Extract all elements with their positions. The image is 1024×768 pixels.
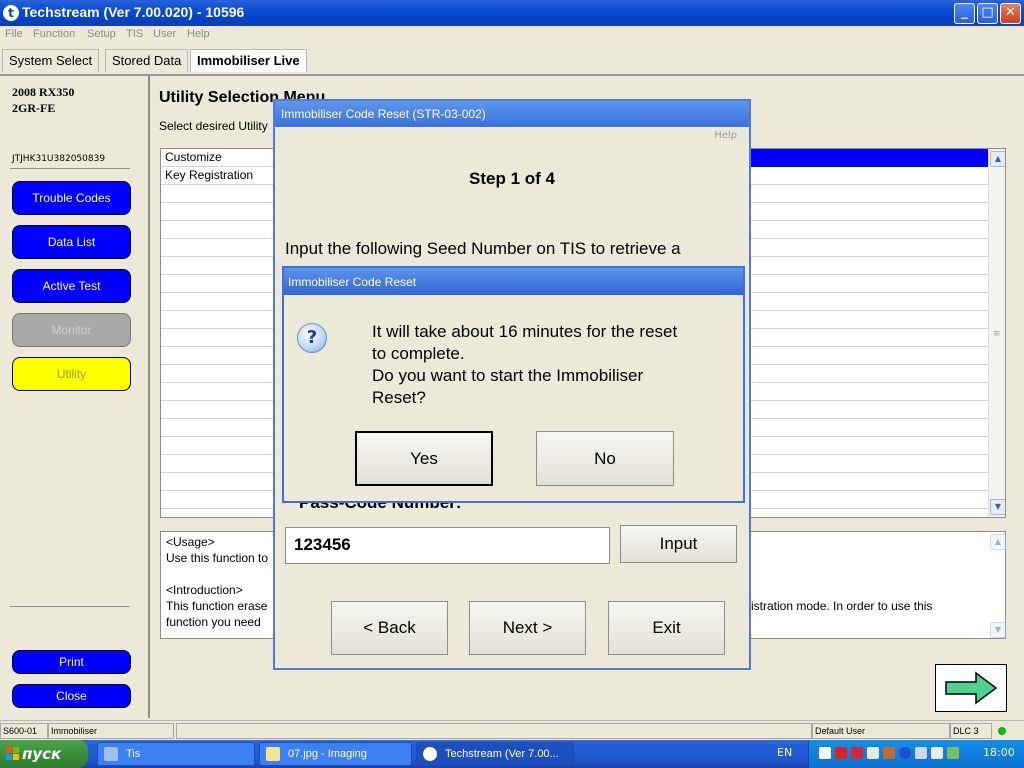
close-button[interactable]: Close — [12, 684, 131, 708]
scroll-up-icon[interactable]: ▲ — [990, 151, 1005, 167]
vehicle-vin: JTJHK31U382050839 — [12, 154, 106, 164]
status-mode: Immobiliser — [48, 723, 174, 739]
message-line: Reset? — [372, 388, 426, 407]
arrow-right-icon — [945, 671, 998, 705]
network-icon[interactable] — [867, 747, 879, 759]
status-empty — [176, 723, 812, 739]
ati-icon[interactable] — [851, 747, 863, 759]
tab-system-select[interactable]: System Select — [2, 49, 100, 72]
tray-app-icon[interactable] — [915, 747, 927, 759]
menu-help[interactable]: Help — [187, 28, 210, 40]
menu-file[interactable]: File — [5, 28, 23, 40]
monitor-button[interactable]: Monitor — [12, 313, 131, 347]
menu-function[interactable]: Function — [33, 28, 75, 40]
menu-tis[interactable]: TIS — [126, 28, 143, 40]
tray-app-icon[interactable] — [883, 747, 895, 759]
message-line: Do you want to start the Immobiliser — [372, 366, 644, 385]
status-code: S600-01 — [0, 723, 48, 739]
taskbar-item-label: 07.jpg - Imaging — [288, 748, 367, 760]
usage-text: Use this function to — [166, 551, 269, 565]
scroll-up-icon[interactable]: ▲ — [990, 534, 1006, 550]
intro-text-end: istration mode. In order to use this — [751, 599, 933, 613]
confirm-dialog: Immobiliser Code Reset ? It will take ab… — [282, 266, 745, 503]
scroll-down-icon[interactable]: ▼ — [990, 499, 1005, 515]
exit-button[interactable]: Exit — [608, 601, 725, 655]
back-button[interactable]: < Back — [331, 601, 448, 655]
message-line: to complete. — [372, 344, 465, 363]
menu-user[interactable]: User — [153, 28, 176, 40]
no-button[interactable]: No — [536, 431, 674, 486]
windows-logo-icon — [6, 747, 19, 760]
taskbar-item-tis[interactable]: Tis — [97, 742, 255, 766]
divider — [10, 606, 130, 607]
connection-indicator-icon — [998, 727, 1006, 735]
dialog-title: Immobiliser Code Reset (STR-03-002) — [275, 101, 749, 127]
vehicle-info: 2008 RX350 2GR-FE — [12, 84, 74, 116]
scroll-grip-icon[interactable]: ≡ — [993, 329, 1001, 339]
start-button[interactable]: пуск — [0, 740, 88, 768]
help-link[interactable]: Help — [714, 130, 737, 141]
confirm-dialog-title: Immobiliser Code Reset — [284, 268, 743, 295]
print-button[interactable]: Print — [12, 650, 131, 674]
app-icon: t — [3, 5, 19, 21]
left-panel: 2008 RX350 2GR-FE JTJHK31U382050839 Trou… — [0, 76, 150, 718]
techstream-app-icon — [423, 747, 437, 761]
system-tray: 18:00 — [808, 740, 1024, 768]
window-title: Techstream (Ver 7.00.020) - 10596 — [22, 4, 245, 20]
confirm-message: It will take about 16 minutes for the re… — [372, 321, 732, 409]
scroll-down-icon[interactable]: ▼ — [990, 622, 1006, 638]
maximize-button[interactable]: □ — [977, 3, 998, 24]
bluetooth-icon[interactable] — [899, 747, 911, 759]
intro-text-2: function you need — [166, 615, 261, 629]
start-label: пуск — [22, 745, 62, 763]
red-app-icon[interactable] — [835, 747, 847, 759]
instruction-text: Input the following Seed Number on TIS t… — [285, 239, 681, 258]
question-icon: ? — [297, 323, 327, 353]
clock: 18:00 — [983, 746, 1015, 759]
intro-heading: <Introduction> — [166, 583, 243, 597]
tab-stored-data[interactable]: Stored Data — [105, 49, 189, 72]
tab-immobiliser-live[interactable]: Immobiliser Live — [190, 49, 307, 72]
message-line: It will take about 16 minutes for the re… — [372, 322, 678, 341]
input-button[interactable]: Input — [620, 525, 737, 563]
taskbar: пуск Tis 07.jpg - Imaging Techstream (Ve… — [0, 740, 1024, 768]
close-window-button[interactable]: ✕ — [1000, 3, 1021, 24]
usage-heading: <Usage> — [166, 535, 215, 549]
vehicle-model: 2008 RX350 — [12, 85, 75, 99]
status-bar: S600-01 Immobiliser Default User DLC 3 — [0, 720, 1024, 741]
taskbar-item-techstream[interactable]: Techstream (Ver 7.00... — [416, 742, 574, 766]
tis-app-icon — [104, 747, 118, 761]
vehicle-engine: 2GR-FE — [12, 101, 56, 115]
tab-row: System Select Stored Data Immobiliser Li… — [0, 46, 1024, 76]
step-indicator: Step 1 of 4 — [469, 169, 555, 188]
utility-button[interactable]: Utility — [12, 357, 131, 391]
selection-highlight — [751, 149, 988, 167]
tray-app-icon[interactable] — [947, 747, 959, 759]
list-scrollbar[interactable]: ▲ ≡ ▼ — [988, 149, 1005, 517]
next-arrow-button[interactable] — [935, 664, 1007, 712]
status-user: Default User — [812, 723, 950, 739]
yes-button[interactable]: Yes — [355, 431, 493, 486]
active-test-button[interactable]: Active Test — [12, 269, 131, 303]
minimize-button[interactable]: _ — [954, 3, 975, 24]
page-subtitle: Select desired Utility — [159, 119, 268, 133]
trouble-codes-button[interactable]: Trouble Codes — [12, 181, 131, 215]
taskbar-item-label: Tis — [126, 748, 141, 760]
pass-code-field[interactable]: 123456 — [285, 527, 610, 564]
battery-icon[interactable] — [819, 747, 831, 759]
data-list-button[interactable]: Data List — [12, 225, 131, 259]
title-bar: t Techstream (Ver 7.00.020) - 10596 _ □ … — [0, 0, 1024, 26]
taskbar-item-label: Techstream (Ver 7.00... — [445, 748, 559, 760]
dialog-help-bar: Help — [275, 127, 749, 145]
intro-text: This function erase — [166, 599, 268, 613]
volume-icon[interactable] — [931, 747, 943, 759]
divider — [10, 168, 130, 169]
language-indicator[interactable]: EN — [777, 746, 792, 759]
menu-setup[interactable]: Setup — [87, 28, 116, 40]
menu-bar: File Function Setup TIS User Help — [0, 26, 1024, 44]
taskbar-item-imaging[interactable]: 07.jpg - Imaging — [259, 742, 412, 766]
status-dlc: DLC 3 — [950, 723, 992, 739]
image-viewer-icon — [266, 747, 280, 761]
next-button[interactable]: Next > — [469, 601, 586, 655]
